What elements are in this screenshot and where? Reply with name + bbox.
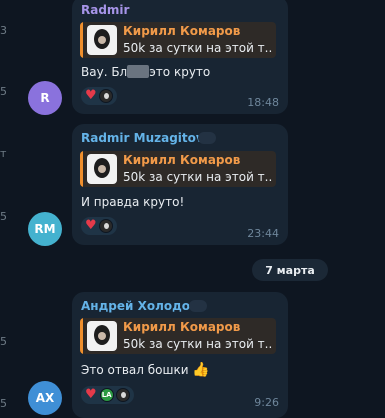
sender-name[interactable]: Андрей Холодов xyxy=(81,299,198,313)
quote-thumbnail xyxy=(87,154,117,184)
reaction-user-avatar xyxy=(115,388,130,402)
quote-author: Кирилл Комаров xyxy=(123,320,241,334)
avatar[interactable]: RM xyxy=(28,212,62,246)
edge-char: 5 xyxy=(0,397,7,410)
message-bubble[interactable]: Radmir Кирилл Комаров 50k за сутки на эт… xyxy=(72,0,288,114)
heart-icon[interactable]: ♥ xyxy=(85,386,97,404)
reaction-user-avatar xyxy=(98,219,113,233)
date-separator[interactable]: 7 марта xyxy=(252,259,328,281)
avatar[interactable]: R xyxy=(28,81,62,115)
reactions-bar[interactable]: ♥ xyxy=(81,87,117,105)
avatar-initials: R xyxy=(40,91,50,105)
left-panel-edge: 3 5 т 5 5 5 xyxy=(0,0,14,414)
message-text: Вау. Бл это круто xyxy=(81,65,210,79)
message-text-part: Вау. Бл xyxy=(81,65,128,79)
heart-icon[interactable]: ♥ xyxy=(85,217,97,235)
quote-accent-bar xyxy=(80,22,83,58)
avatar-initials: RM xyxy=(34,222,56,236)
message-text-part: Это отвал бошки xyxy=(81,363,189,377)
quote-accent-bar xyxy=(80,318,83,354)
avatar[interactable]: АХ xyxy=(28,381,62,415)
quote-thumbnail xyxy=(87,321,117,351)
quote-text: 50k за сутки на этой т... xyxy=(123,41,273,55)
sender-name[interactable]: Radmir Muzagitov xyxy=(81,131,204,145)
reactions-bar[interactable]: ♥ LA xyxy=(81,386,134,404)
message-bubble[interactable]: Андрей Холодов Кирилл Комаров 50k за сут… xyxy=(72,292,288,418)
message-time: 23:44 xyxy=(247,227,279,240)
avatar-initials: АХ xyxy=(35,391,55,405)
reactions-bar[interactable]: ♥ xyxy=(81,217,117,235)
spoiler-blur[interactable] xyxy=(127,65,150,78)
thumbs-up-icon: 👍 xyxy=(192,362,210,378)
quote-thumbnail xyxy=(87,25,117,55)
message-text-part: это круто xyxy=(149,65,211,79)
heart-icon[interactable]: ♥ xyxy=(85,87,97,105)
message-text: Это отвал бошки 👍 xyxy=(81,362,210,378)
edge-char: т xyxy=(0,147,7,160)
reaction-user-avatar xyxy=(98,89,113,103)
reply-quote[interactable]: Кирилл Комаров 50k за сутки на этой т... xyxy=(80,318,276,354)
edge-char: 5 xyxy=(0,210,7,223)
message-text: И правда круто! xyxy=(81,195,185,209)
edge-char: 5 xyxy=(0,335,7,348)
edge-char: 5 xyxy=(0,85,7,98)
sender-badge xyxy=(189,300,207,312)
message-time: 9:26 xyxy=(254,396,279,409)
sender-badge xyxy=(198,132,216,144)
quote-text: 50k за сутки на этой т... xyxy=(123,170,273,184)
quote-author: Кирилл Комаров xyxy=(123,24,241,38)
quote-text: 50k за сутки на этой т... xyxy=(123,337,273,351)
message-bubble[interactable]: Radmir Muzagitov Кирилл Комаров 50k за с… xyxy=(72,124,288,245)
reaction-user-avatar: LA xyxy=(99,388,114,402)
quote-author: Кирилл Комаров xyxy=(123,153,241,167)
message-time: 18:48 xyxy=(247,96,279,109)
reply-quote[interactable]: Кирилл Комаров 50k за сутки на этой т... xyxy=(80,151,276,187)
quote-accent-bar xyxy=(80,151,83,187)
sender-name[interactable]: Radmir xyxy=(81,3,129,17)
edge-char: 3 xyxy=(0,24,7,37)
reply-quote[interactable]: Кирилл Комаров 50k за сутки на этой т... xyxy=(80,22,276,58)
